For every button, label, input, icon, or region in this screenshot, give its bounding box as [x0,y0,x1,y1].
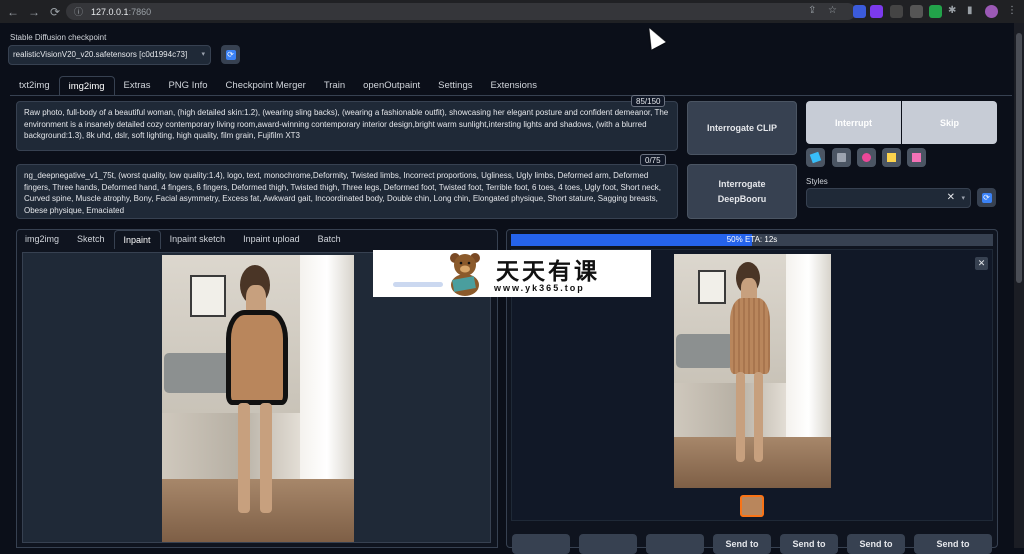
tab-train[interactable]: Train [315,76,354,96]
send-to-button[interactable]: Send to [780,534,838,554]
watermark-url: www.yk365.top [494,283,585,293]
prompt-textarea[interactable]: Raw photo, full-body of a beautiful woma… [16,101,678,151]
styles-select[interactable]: ✕ ▾ [806,188,971,208]
save-style-button[interactable] [907,148,926,167]
styles-label: Styles [806,177,828,186]
save-icon [912,153,921,162]
output-action-button[interactable] [579,534,637,554]
menu-kebab-icon[interactable]: ⋮ [1007,5,1017,16]
browser-toolbar: ← → ⟳ ⓘ 127.0.0.1:7860 ⇪ ☆ ✱ ▮ ⋮ [0,0,1024,23]
tab-txt2img[interactable]: txt2img [10,76,59,96]
tab-settings[interactable]: Settings [429,76,481,96]
interrupt-button[interactable]: Interrupt [806,101,901,144]
tab-img2img-mode[interactable]: img2img [16,230,68,249]
tab-inpaint[interactable]: Inpaint [113,230,161,249]
negative-token-counter: 0/75 [640,154,666,166]
tab-extensions[interactable]: Extensions [481,76,545,96]
site-info-icon[interactable]: ⓘ [74,5,83,18]
checkpoint-select[interactable]: realisticVisionV20_v20.safetensors [c0d1… [8,45,211,65]
bear-mascot-icon [450,253,480,296]
refresh-icon: ⟳ [981,192,992,203]
gallery-thumbnail[interactable] [740,495,764,517]
checkpoint-refresh-button[interactable]: ⟳ [221,45,240,64]
output-action-button[interactable] [646,534,704,554]
progress-text: 50% ETA: 12s [726,235,778,244]
forward-icon[interactable]: → [26,4,42,20]
back-icon[interactable]: ← [5,4,21,20]
output-action-button[interactable] [512,534,570,554]
chevron-down-icon: ▾ [961,195,965,202]
tab-inpaint-sketch[interactable]: Inpaint sketch [161,230,235,249]
watermark-title: 天天有课 [496,259,600,285]
scrollbar-thumb[interactable] [1016,33,1022,283]
progress-bar: 50% ETA: 12s [511,234,993,246]
send-to-button[interactable]: Send to [914,534,992,554]
apply-style-button[interactable] [882,148,901,167]
tab-png-info[interactable]: PNG Info [159,76,216,96]
profile-avatar[interactable] [985,5,998,18]
sidebar-icon[interactable]: ▮ [967,5,973,16]
page-scrollbar[interactable] [1014,23,1024,548]
clear-prompt-button[interactable] [832,148,851,167]
extension-icon[interactable] [910,5,923,18]
interrogate-clip-button[interactable]: Interrogate CLIP [687,101,797,155]
paste-params-button[interactable] [806,148,825,167]
output-image[interactable] [674,254,831,488]
inpaint-mask [226,310,288,405]
refresh-icon: ⟳ [225,49,236,60]
main-tabs: txt2img img2img Extras PNG Info Checkpoi… [10,76,546,96]
tab-openoutpaint[interactable]: openOutpaint [354,76,429,96]
extension-icon[interactable] [853,5,866,18]
skip-button[interactable]: Skip [902,101,997,144]
tab-checkpoint-merger[interactable]: Checkpoint Merger [217,76,315,96]
url-host: 127.0.0.1 [91,6,129,17]
clipboard-icon [887,153,896,162]
img2img-mode-tabs: img2img Sketch Inpaint Inpaint sketch In… [16,230,350,249]
arrow-icon [809,151,822,164]
input-image[interactable] [162,255,354,542]
tab-sketch[interactable]: Sketch [68,230,114,249]
extension-icon[interactable] [890,5,903,18]
chevron-down-icon: ▾ [201,51,205,58]
bookmark-star-icon[interactable]: ☆ [828,5,837,16]
send-to-button[interactable]: Send to [713,534,771,554]
send-to-button[interactable]: Send to [847,534,905,554]
tab-extras[interactable]: Extras [115,76,160,96]
tabs-divider [10,95,1012,96]
extra-networks-button[interactable] [857,148,876,167]
tab-batch[interactable]: Batch [309,230,350,249]
address-bar[interactable]: ⓘ 127.0.0.1:7860 [66,3,856,20]
extension-icon[interactable] [929,5,942,18]
prompt-token-counter: 85/150 [631,95,666,107]
extension-icon[interactable] [870,5,883,18]
checkpoint-value: realisticVisionV20_v20.safetensors [c0d1… [13,50,188,59]
puzzle-icon[interactable]: ✱ [948,5,956,16]
palette-icon [862,153,871,162]
url-port: :7860 [128,6,152,17]
close-icon[interactable]: ✕ [975,257,988,270]
negative-prompt-textarea[interactable]: ng_deepnegative_v1_75t, (worst quality, … [16,164,678,219]
tab-inpaint-upload[interactable]: Inpaint upload [234,230,309,249]
reload-icon[interactable]: ⟳ [47,4,63,20]
watermark-bar [393,282,443,287]
share-icon[interactable]: ⇪ [808,5,816,16]
trash-icon [837,153,846,162]
tab-img2img[interactable]: img2img [58,76,115,96]
styles-refresh-button[interactable]: ⟳ [977,188,996,207]
checkpoint-label: Stable Diffusion checkpoint [10,33,107,42]
clear-icon[interactable]: ✕ [947,192,955,203]
interrogate-deepbooru-button[interactable]: Interrogate DeepBooru [687,164,797,219]
